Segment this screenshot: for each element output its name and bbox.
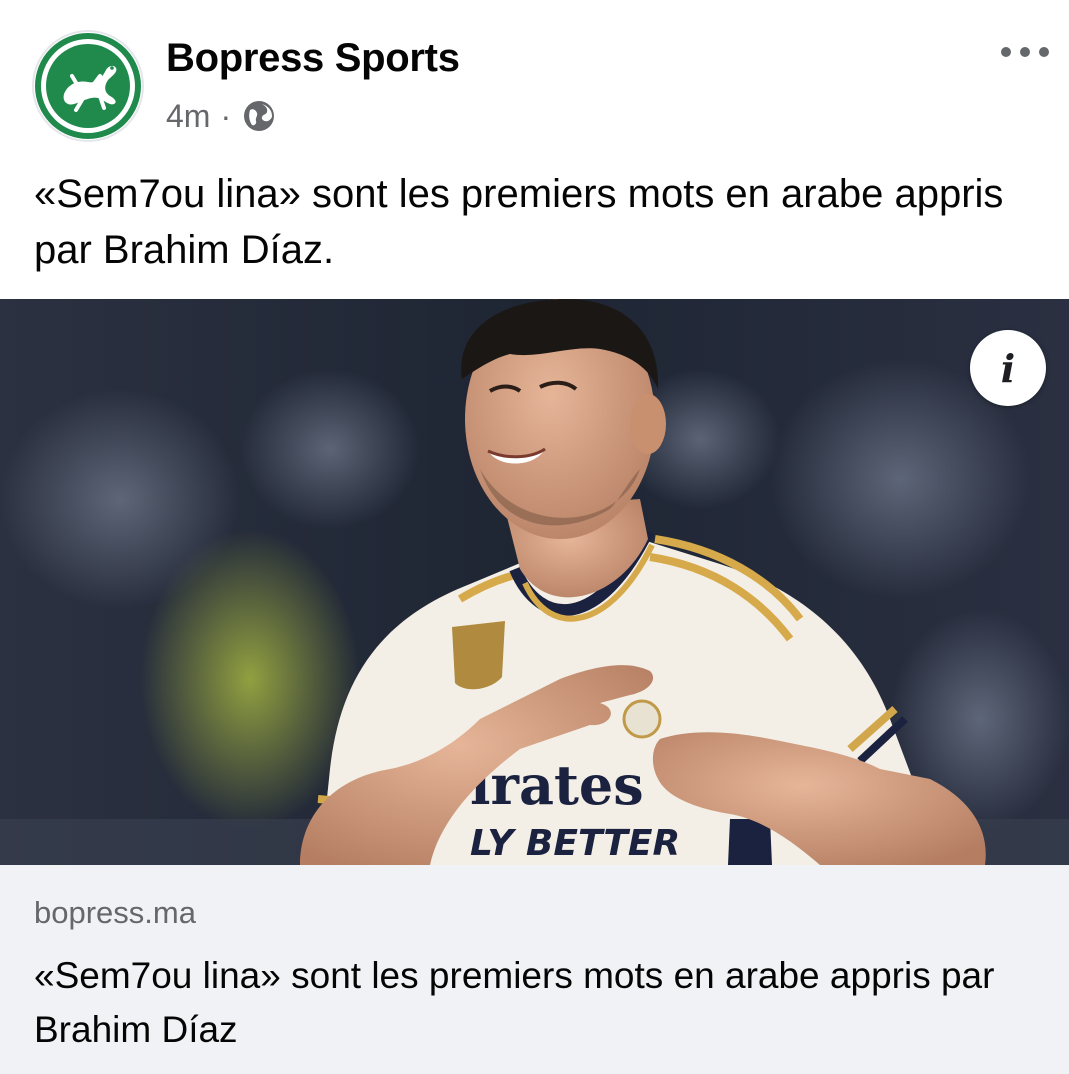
lizard-logo-icon bbox=[35, 33, 141, 139]
globe-icon[interactable] bbox=[241, 98, 277, 134]
more-options-icon[interactable] bbox=[1001, 40, 1049, 64]
page-avatar[interactable] bbox=[34, 32, 142, 140]
post-meta: 4m · bbox=[166, 96, 277, 136]
player-photo: ırates LY BETTER bbox=[0, 299, 1069, 865]
feed-post: Bopress Sports 4m · «Sem7ou lina» sont l… bbox=[0, 0, 1069, 1074]
page-name[interactable]: Bopress Sports bbox=[166, 36, 460, 81]
info-icon[interactable]: i bbox=[970, 330, 1046, 406]
post-caption: «Sem7ou lina» sont les premiers mots en … bbox=[34, 172, 1004, 272]
post-timestamp[interactable]: 4m bbox=[166, 98, 210, 135]
jersey-slogan-text: LY BETTER bbox=[470, 823, 680, 864]
meta-separator: · bbox=[220, 97, 232, 134]
link-domain: bopress.ma bbox=[34, 895, 196, 930]
link-title[interactable]: «Sem7ou lina» sont les premiers mots en … bbox=[34, 949, 1044, 1057]
post-image[interactable]: ırates LY BETTER bbox=[0, 299, 1069, 865]
link-preview[interactable]: bopress.ma «Sem7ou lina» sont les premie… bbox=[0, 865, 1069, 1074]
